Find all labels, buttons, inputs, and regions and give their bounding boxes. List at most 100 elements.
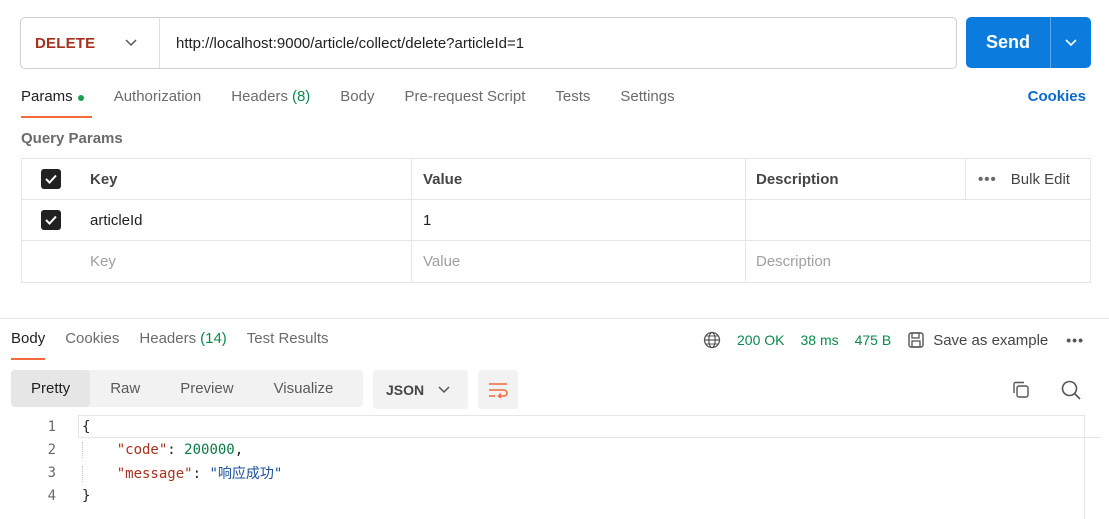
json-key: "code" — [116, 441, 168, 458]
url-input[interactable]: http://localhost:9000/article/collect/de… — [160, 35, 524, 52]
tab-prerequest-label: Pre-request Script — [404, 88, 526, 105]
send-button-group: Send — [966, 17, 1091, 68]
tab-headers-label: Headers — [231, 88, 288, 105]
json-separator: : — [167, 441, 185, 458]
save-as-example-button[interactable]: Save as example — [907, 331, 1048, 349]
chevron-down-icon — [1065, 38, 1077, 46]
send-options-button[interactable] — [1051, 38, 1091, 47]
params-active-dot — [77, 95, 84, 101]
format-preview[interactable]: Preview — [160, 370, 253, 407]
line-number: 1 — [47, 418, 56, 435]
tab-tests[interactable]: Tests — [555, 88, 590, 118]
globe-icon[interactable] — [703, 331, 721, 349]
tab-body[interactable]: Body — [340, 88, 374, 118]
bulk-edit-cell: ••• Bulk Edit — [966, 159, 1090, 199]
code-line: 1 { — [0, 415, 1100, 438]
row-checkbox-cell — [22, 200, 79, 240]
code-text: "message": "响应成功" — [56, 463, 282, 483]
status-code[interactable]: 200 OK — [737, 332, 784, 348]
format-pretty[interactable]: Pretty — [11, 370, 91, 407]
code-line: 3 "message": "响应成功" — [0, 461, 1100, 484]
tab-authorization-label: Authorization — [113, 88, 202, 105]
scrollbar-thumb[interactable] — [1085, 415, 1101, 438]
checkmark-icon — [44, 215, 57, 225]
response-size[interactable]: 475 B — [855, 332, 892, 348]
response-tabs: Body Cookies Headers (14) Test Results — [11, 330, 349, 360]
cookies-link[interactable]: Cookies — [1028, 88, 1086, 105]
params-header-row: Key Value Description ••• Bulk Edit — [22, 159, 1090, 200]
send-button[interactable]: Send — [966, 32, 1050, 53]
tab-headers-count: (8) — [291, 88, 311, 105]
tab-params[interactable]: Params — [21, 88, 92, 118]
empty-checkbox-cell — [22, 241, 79, 282]
response-body-editor[interactable]: 1 { 2 "code": 200000, 3 "message": "响应成功… — [0, 415, 1100, 507]
tab-response-headers-label: Headers — [139, 330, 197, 347]
bulk-edit-button[interactable]: Bulk Edit — [1011, 171, 1070, 188]
query-params-title: Query Params — [21, 130, 123, 147]
tab-authorization[interactable]: Authorization — [114, 88, 202, 118]
code-text: { — [82, 418, 91, 435]
json-string: "响应成功" — [209, 465, 283, 482]
json-separator: : — [192, 465, 210, 482]
tab-response-headers-count: (14) — [200, 330, 227, 347]
tab-params-label: Params — [21, 88, 73, 105]
param-value-input[interactable]: 1 — [412, 200, 746, 240]
tab-prerequest-script[interactable]: Pre-request Script — [405, 88, 526, 118]
format-visualize[interactable]: Visualize — [254, 370, 354, 407]
format-tabs: Pretty Raw Preview Visualize — [11, 370, 363, 407]
json-key: "message" — [116, 465, 193, 482]
copy-icon[interactable] — [1011, 380, 1031, 404]
new-description-input[interactable]: Description — [746, 241, 1090, 282]
line-number: 3 — [47, 464, 56, 481]
more-options-icon[interactable]: ••• — [978, 171, 997, 188]
tab-response-headers[interactable]: Headers (14) — [139, 330, 226, 360]
tab-response-cookies-label: Cookies — [65, 330, 120, 347]
chevron-down-icon — [125, 36, 139, 50]
language-label: JSON — [386, 381, 425, 398]
save-as-example-label: Save as example — [933, 331, 1049, 349]
request-bar: DELETE http://localhost:9000/article/col… — [20, 17, 957, 69]
new-key-input[interactable]: Key — [79, 241, 412, 282]
tab-settings-label: Settings — [620, 88, 675, 105]
select-all-checkbox[interactable] — [40, 169, 61, 189]
tab-response-body[interactable]: Body — [11, 330, 46, 360]
line-number: 4 — [47, 487, 56, 504]
indent-guide — [82, 465, 117, 482]
method-label: DELETE — [35, 34, 96, 52]
new-value-input[interactable]: Value — [412, 241, 746, 282]
tab-settings[interactable]: Settings — [620, 88, 674, 118]
language-select[interactable]: JSON — [373, 370, 468, 409]
params-table: Key Value Description ••• Bulk Edit arti… — [21, 158, 1091, 283]
response-time[interactable]: 38 ms — [800, 332, 838, 348]
column-header-value: Value — [412, 159, 746, 199]
search-icon[interactable] — [1060, 379, 1082, 405]
checkmark-icon — [44, 174, 57, 184]
wrap-lines-button[interactable] — [478, 370, 518, 409]
tab-test-results[interactable]: Test Results — [247, 330, 329, 360]
param-key-input[interactable]: articleId — [79, 200, 412, 240]
wrap-lines-icon — [489, 382, 508, 398]
chevron-down-icon — [438, 385, 450, 394]
tab-test-results-label: Test Results — [246, 330, 329, 347]
save-icon — [908, 332, 924, 348]
line-number: 2 — [47, 441, 56, 458]
indent-guide — [82, 441, 117, 458]
row-checkbox[interactable] — [40, 210, 61, 230]
editor-scrollbar[interactable] — [1084, 415, 1101, 519]
code-text: "code": 200000, — [56, 441, 243, 458]
method-select[interactable]: DELETE — [21, 18, 160, 68]
table-row: articleId 1 — [22, 200, 1090, 241]
select-all-cell — [22, 159, 79, 199]
code-line: 4 } — [0, 484, 1100, 507]
column-header-key: Key — [79, 159, 412, 199]
pane-divider[interactable] — [0, 318, 1109, 319]
code-line: 2 "code": 200000, — [0, 438, 1100, 461]
tab-body-label: Body — [340, 88, 375, 105]
tab-response-body-label: Body — [11, 330, 46, 347]
more-options-icon[interactable]: ••• — [1066, 332, 1084, 348]
format-raw[interactable]: Raw — [90, 370, 160, 407]
json-number: 200000 — [184, 441, 235, 458]
param-description-input[interactable] — [746, 200, 1090, 240]
tab-headers[interactable]: Headers (8) — [231, 88, 310, 118]
tab-response-cookies[interactable]: Cookies — [65, 330, 119, 360]
